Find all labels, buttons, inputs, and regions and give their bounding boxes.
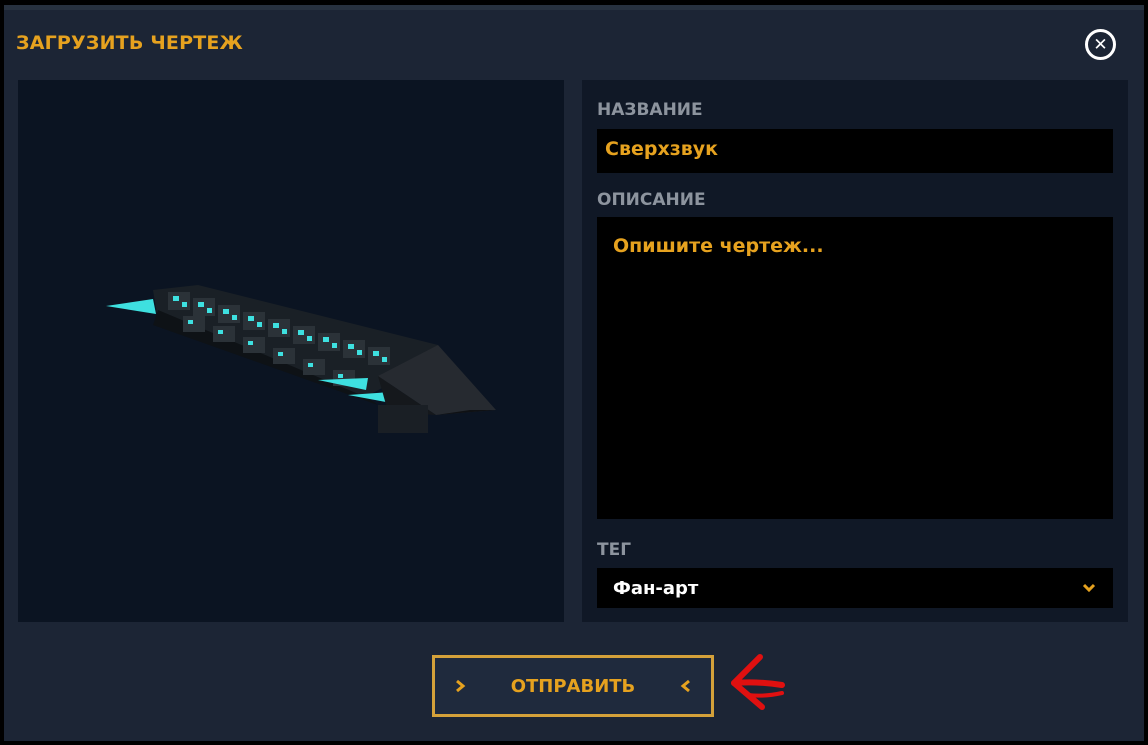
red-arrow-left-icon	[731, 654, 785, 710]
tag-label: ТЕГ	[597, 540, 632, 560]
tag-value: Фан-арт	[613, 577, 699, 599]
name-input[interactable]: Сверхзвук	[597, 129, 1113, 173]
blueprint-form: НАЗВАНИЕ Сверхзвук ОПИСАНИЕ Опишите черт…	[582, 80, 1128, 622]
tag-select[interactable]: Фан-арт	[597, 568, 1113, 608]
dialog-title: ЗАГРУЗИТЬ ЧЕРТЕЖ	[16, 32, 243, 54]
name-label: НАЗВАНИЕ	[597, 100, 703, 120]
submit-button[interactable]: ОТПРАВИТЬ	[432, 655, 714, 717]
chevron-left-icon	[680, 679, 690, 693]
chevron-right-icon	[456, 679, 466, 693]
description-textarea[interactable]: Опишите чертеж...	[597, 217, 1113, 519]
close-icon[interactable]: ✕	[1085, 29, 1116, 60]
spaceship-model-image	[106, 285, 496, 433]
description-label: ОПИСАНИЕ	[597, 190, 706, 210]
description-placeholder: Опишите чертеж...	[613, 235, 824, 257]
submit-label: ОТПРАВИТЬ	[510, 675, 636, 697]
name-value: Сверхзвук	[605, 138, 719, 160]
blueprint-preview	[18, 80, 564, 622]
chevron-down-icon	[1082, 583, 1096, 593]
upload-blueprint-dialog: ЗАГРУЗИТЬ ЧЕРТЕЖ ✕ НАЗВАНИЕ Сверхзвук ОП…	[4, 5, 1144, 741]
